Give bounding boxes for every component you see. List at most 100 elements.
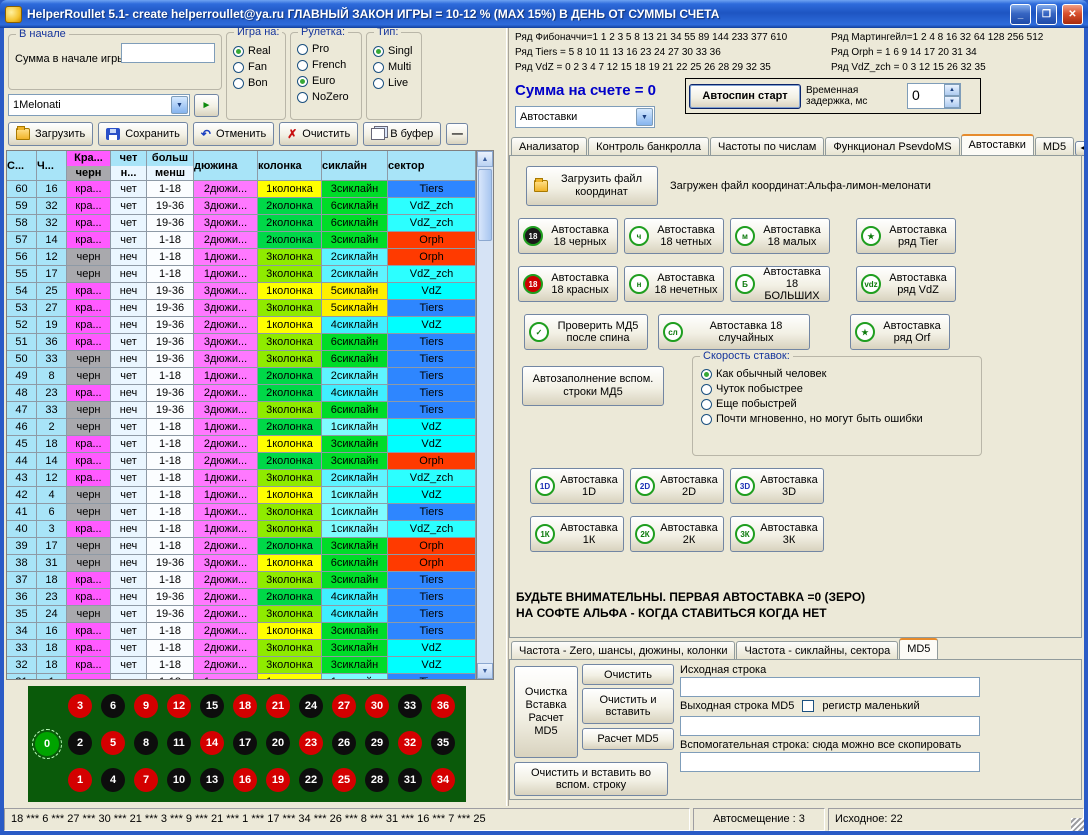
table-row[interactable]: 311кра...неч1-181дюжи...1колонка1сиклайн… <box>7 674 476 679</box>
table-row[interactable]: 5033черннеч19-363дюжи...3колонка6сиклайн… <box>7 351 476 368</box>
autobet-button[interactable]: ★Автоставка ряд Tier <box>856 218 956 254</box>
delay-spinner[interactable]: 0 ▲ ▼ <box>907 83 961 109</box>
resize-grip[interactable] <box>1071 818 1084 831</box>
helper-string-input[interactable] <box>680 752 980 772</box>
autobet-button[interactable]: ★Автоставка ряд Orf <box>850 314 950 350</box>
board-number-13[interactable]: 13 <box>200 768 224 792</box>
table-row[interactable]: 5517черннеч1-181дюжи...3колонка2сиклайнV… <box>7 266 476 283</box>
bottom-tab[interactable]: MD5 <box>899 638 938 660</box>
roulette-option-Euro[interactable]: Euro <box>297 75 349 87</box>
main-tab[interactable]: Автоставки <box>961 134 1034 156</box>
board-number-32[interactable]: 32 <box>398 731 422 755</box>
board-number-3[interactable]: 3 <box>68 694 92 718</box>
autobet-button[interactable]: vdzАвтоставка ряд VdZ <box>856 266 956 302</box>
table-row[interactable]: 6016кра...чет1-182дюжи...1колонка3сиклай… <box>7 181 476 198</box>
table-row[interactable]: 3416кра...чет1-182дюжи...1колонка3сиклай… <box>7 623 476 640</box>
autobet-button[interactable]: слАвтоставка 18 случайных <box>658 314 810 350</box>
board-number-25[interactable]: 25 <box>332 768 356 792</box>
spin-down-icon[interactable]: ▼ <box>944 96 960 108</box>
board-number-28[interactable]: 28 <box>365 768 389 792</box>
table-row[interactable]: 4414кра...чет1-182дюжи...2колонка3сиклай… <box>7 453 476 470</box>
autobet-button[interactable]: 2DАвтоставка 2D <box>630 468 724 504</box>
autobet-button[interactable]: 18Автоставка 18 черных <box>518 218 618 254</box>
table-row[interactable]: 403кра...неч1-181дюжи...3колонка1сиклайн… <box>7 521 476 538</box>
main-tab[interactable]: Контроль банкролла <box>588 137 709 156</box>
table-row[interactable]: 3718кра...чет1-182дюжи...3колонка3сиклай… <box>7 572 476 589</box>
board-number-35[interactable]: 35 <box>431 731 455 755</box>
board-number-5[interactable]: 5 <box>101 731 125 755</box>
autobet-button[interactable]: нАвтоставка 18 нечетных <box>624 266 724 302</box>
table-row[interactable]: 3318кра...чет1-182дюжи...3колонка3сиклай… <box>7 640 476 657</box>
autobet-button[interactable]: 1КАвтоставка 1К <box>530 516 624 552</box>
game-option-Bon[interactable]: Bon <box>233 77 271 89</box>
source-string-input[interactable] <box>680 677 980 697</box>
type-option-Singl[interactable]: Singl <box>373 45 412 57</box>
table-row[interactable]: 5714кра...чет1-182дюжи...2колонка3сиклай… <box>7 232 476 249</box>
table-row[interactable]: 462чернчет1-181дюжи...2колонка1сиклайнVd… <box>7 419 476 436</box>
toolbar-button-3[interactable]: ↶Отменить <box>193 122 274 146</box>
board-number-7[interactable]: 7 <box>134 768 158 792</box>
board-number-0[interactable]: 0 <box>35 732 59 756</box>
toolbar-button-1[interactable]: Загрузить <box>8 122 93 146</box>
board-number-2[interactable]: 2 <box>68 731 92 755</box>
table-row[interactable]: 5327кра...неч19-363дюжи...3колонка5сикла… <box>7 300 476 317</box>
board-number-4[interactable]: 4 <box>101 768 125 792</box>
speed-option-Чуток побыстрее[interactable]: Чуток побыстрее <box>701 383 923 395</box>
board-number-36[interactable]: 36 <box>431 694 455 718</box>
load-coordinates-button[interactable]: Загрузить файл координат <box>526 166 658 206</box>
table-row[interactable]: 498чернчет1-181дюжи...2колонка2сиклайнTi… <box>7 368 476 385</box>
table-row[interactable]: 5425кра...неч19-363дюжи...1колонка5сикла… <box>7 283 476 300</box>
roulette-option-NoZero[interactable]: NoZero <box>297 91 349 103</box>
autobet-button[interactable]: 18Автоставка 18 красных <box>518 266 618 302</box>
board-number-1[interactable]: 1 <box>68 768 92 792</box>
table-row[interactable]: 3218кра...чет1-182дюжи...3колонка3сиклай… <box>7 657 476 674</box>
board-number-8[interactable]: 8 <box>134 731 158 755</box>
table-row[interactable]: 3524чернчет19-362дюжи...3колонка4сиклайн… <box>7 606 476 623</box>
table-row[interactable]: 4733черннеч19-363дюжи...3колонка6сиклайн… <box>7 402 476 419</box>
bottom-tab[interactable]: Частота - сиклайны, сектора <box>736 641 898 660</box>
scroll-up-icon[interactable]: ▲ <box>477 151 493 167</box>
output-string-input[interactable] <box>680 716 980 736</box>
board-number-30[interactable]: 30 <box>365 694 389 718</box>
md5-calc-button[interactable]: Расчет MD5 <box>582 728 674 750</box>
tab-scroll-left-icon[interactable]: ◄ <box>1075 141 1084 156</box>
table-row[interactable]: 5219кра...неч19-362дюжи...1колонка4сикла… <box>7 317 476 334</box>
board-number-20[interactable]: 20 <box>266 731 290 755</box>
md5-clear-paste-helper-button[interactable]: Очистить и вставить во вспом. строку <box>514 762 668 796</box>
minus-button[interactable]: — <box>446 123 468 145</box>
table-scrollbar[interactable]: ▲ ▼ <box>476 151 493 679</box>
autobet-button[interactable]: 1DАвтоставка 1D <box>530 468 624 504</box>
chevron-down-icon[interactable]: ▼ <box>636 108 653 126</box>
game-option-Real[interactable]: Real <box>233 45 271 57</box>
scrollbar-track[interactable] <box>477 167 493 663</box>
type-option-Multi[interactable]: Multi <box>373 61 412 73</box>
board-number-22[interactable]: 22 <box>299 768 323 792</box>
board-number-27[interactable]: 27 <box>332 694 356 718</box>
autobet-button[interactable]: 3КАвтоставка 3К <box>730 516 824 552</box>
board-number-21[interactable]: 21 <box>266 694 290 718</box>
board-number-34[interactable]: 34 <box>431 768 455 792</box>
board-number-19[interactable]: 19 <box>266 768 290 792</box>
autobet-button[interactable]: чАвтоставка 18 четных <box>624 218 724 254</box>
spin-up-icon[interactable]: ▲ <box>944 84 960 96</box>
autobet-button[interactable]: 3DАвтоставка 3D <box>730 468 824 504</box>
start-sum-input[interactable] <box>121 43 215 63</box>
register-checkbox[interactable] <box>802 700 814 712</box>
autobet-combobox[interactable]: Автоставки ▼ <box>515 106 655 128</box>
roulette-option-French[interactable]: French <box>297 59 349 71</box>
main-tab[interactable]: Функционал PsevdoMS <box>825 137 959 156</box>
board-number-16[interactable]: 16 <box>233 768 257 792</box>
table-row[interactable]: 3623кра...неч19-362дюжи...2колонка4сикла… <box>7 589 476 606</box>
autobet-button[interactable]: 2КАвтоставка 2К <box>630 516 724 552</box>
main-tab[interactable]: Анализатор <box>511 137 587 156</box>
board-number-17[interactable]: 17 <box>233 731 257 755</box>
md5-clear-button[interactable]: Очистить <box>582 664 674 685</box>
profile-combobox[interactable]: 1Melonati ▼ <box>8 94 190 116</box>
toolbar-button-4[interactable]: ✗Очистить <box>279 122 358 146</box>
play-button[interactable]: ► <box>194 94 219 117</box>
board-number-9[interactable]: 9 <box>134 694 158 718</box>
board-number-15[interactable]: 15 <box>200 694 224 718</box>
scroll-down-icon[interactable]: ▼ <box>477 663 493 679</box>
speed-option-Как обычный человек[interactable]: Как обычный человек <box>701 368 923 380</box>
table-row[interactable]: 5832кра...чет19-363дюжи...2колонка6сикла… <box>7 215 476 232</box>
